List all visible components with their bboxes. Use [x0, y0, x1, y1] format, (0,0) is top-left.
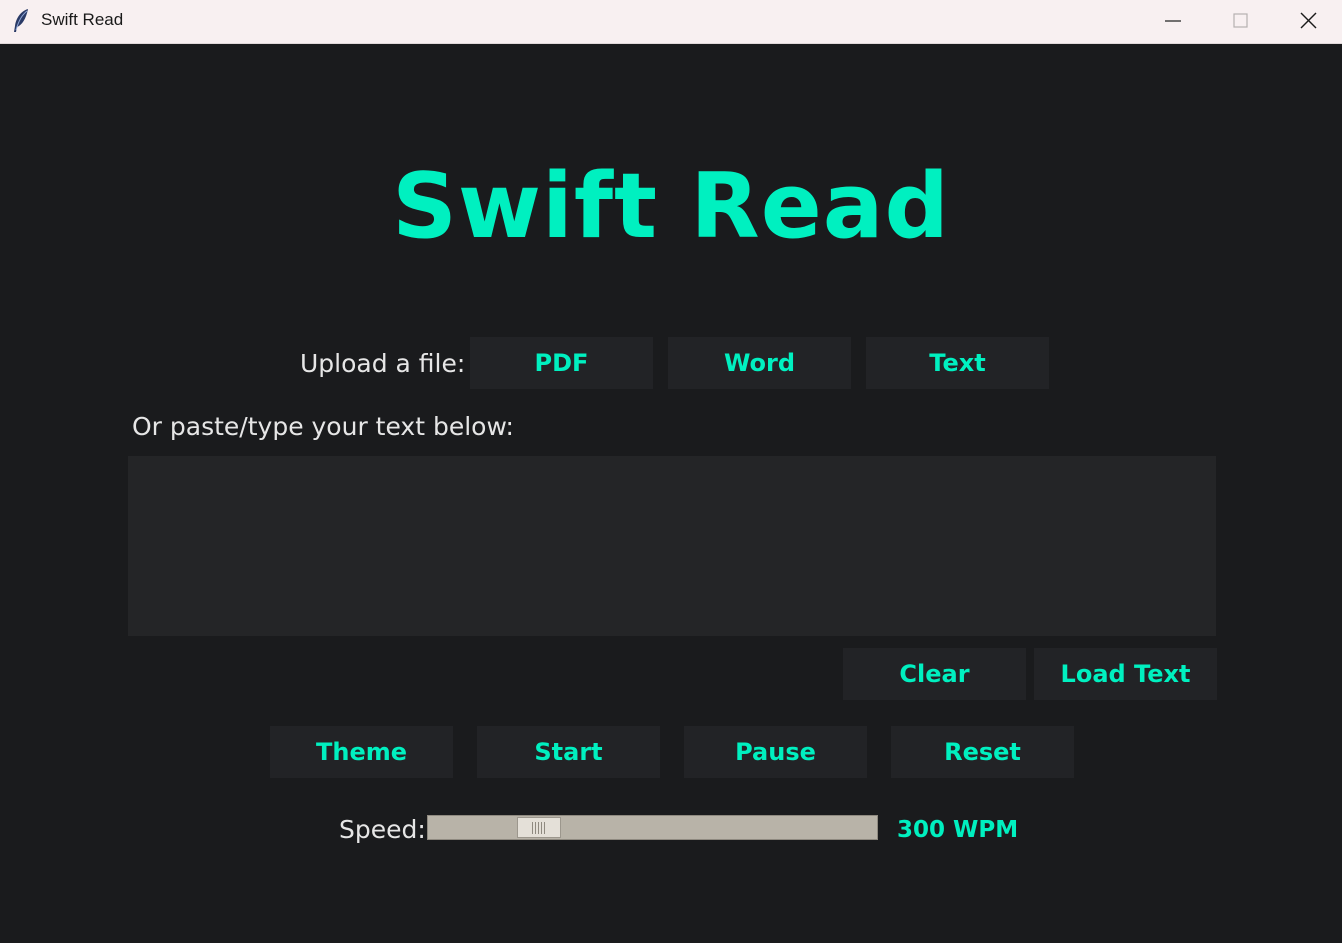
reset-button[interactable]: Reset [891, 726, 1074, 778]
theme-button[interactable]: Theme [270, 726, 453, 778]
grip-icon [532, 822, 546, 834]
maximize-icon [1233, 13, 1248, 28]
clear-button[interactable]: Clear [843, 648, 1026, 700]
pause-button[interactable]: Pause [684, 726, 867, 778]
upload-pdf-button[interactable]: PDF [470, 337, 653, 389]
main-content: Swift Read Upload a file: PDF Word Text … [0, 45, 1342, 943]
speed-label: Speed: [339, 815, 426, 844]
window-title: Swift Read [41, 10, 124, 29]
load-text-button[interactable]: Load Text [1034, 648, 1217, 700]
upload-word-button[interactable]: Word [668, 337, 851, 389]
speed-value: 300 WPM [897, 817, 1019, 843]
upload-label: Upload a file: [300, 349, 466, 378]
close-icon [1300, 12, 1317, 29]
paste-label: Or paste/type your text below: [132, 412, 514, 441]
feather-icon [11, 8, 31, 34]
text-input[interactable] [128, 456, 1216, 636]
maximize-button[interactable] [1207, 0, 1275, 44]
start-button[interactable]: Start [477, 726, 660, 778]
title-bar[interactable]: Swift Read [0, 0, 1342, 44]
speed-slider[interactable] [427, 815, 878, 840]
close-button[interactable] [1275, 0, 1342, 44]
speed-slider-thumb[interactable] [517, 817, 561, 838]
app-window: Swift Read Swift Read Upload a file: PDF… [0, 0, 1342, 943]
upload-text-button[interactable]: Text [866, 337, 1049, 389]
app-title: Swift Read [392, 154, 950, 259]
minimize-button[interactable] [1139, 0, 1207, 44]
minimize-icon [1165, 20, 1181, 22]
